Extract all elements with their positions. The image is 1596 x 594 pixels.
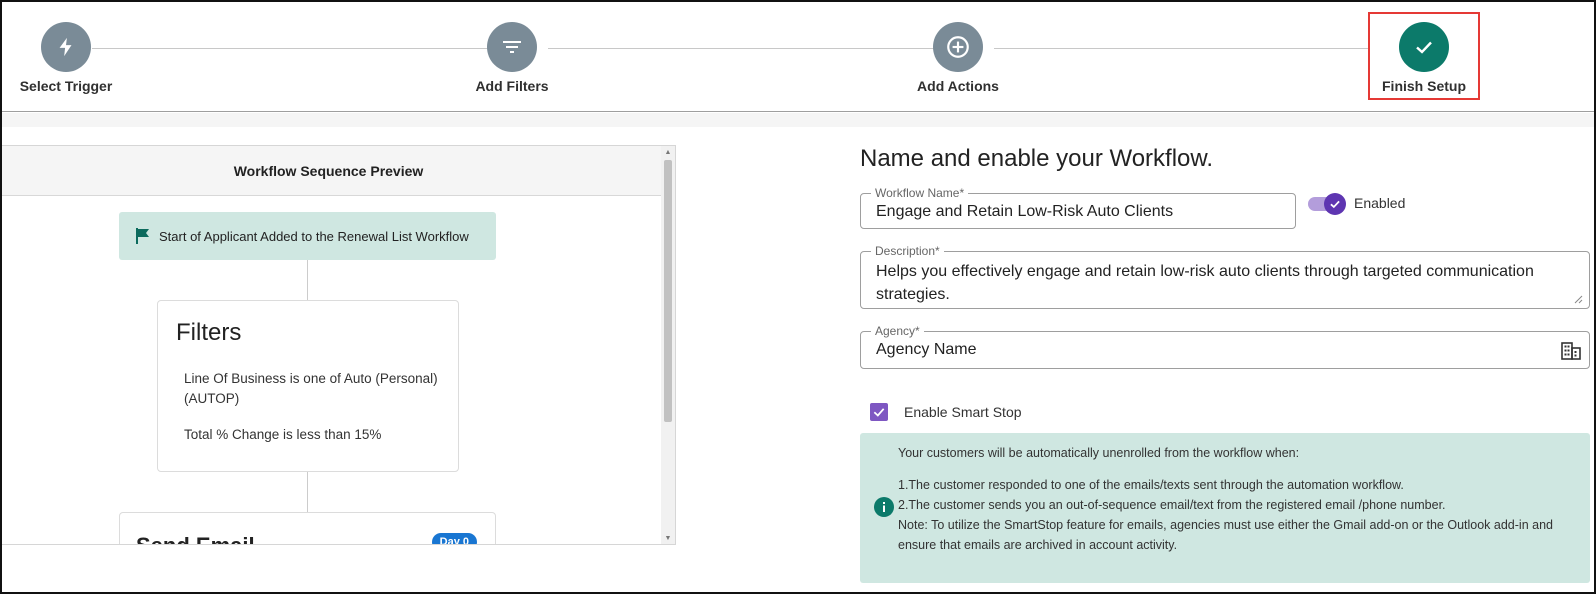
preview-scrollbar[interactable]: ▲ ▼ [661,146,675,544]
scroll-thumb[interactable] [664,160,672,422]
description-label: Description* [871,244,944,258]
step-add-actions[interactable]: Add Actions [878,22,1038,94]
scroll-up-arrow-icon[interactable]: ▲ [663,148,673,158]
divider-strip [2,113,1594,127]
node-connector [307,472,308,512]
info-intro: Your customers will be automatically une… [898,446,1300,460]
resize-grip-icon[interactable] [1574,295,1583,304]
step-label: Select Trigger [19,78,113,94]
step-select-trigger[interactable]: Select Trigger [0,22,146,94]
check-icon [873,408,885,417]
flag-icon [135,227,151,245]
workflow-preview-panel: Workflow Sequence Preview Start of Appli… [2,145,676,545]
active-step-highlight [1368,12,1480,100]
preview-bottom-area [2,545,674,592]
smart-stop-checkbox[interactable] [870,403,888,421]
workflow-settings-form: Name and enable your Workflow. Workflow … [860,145,1590,583]
smart-stop-label: Enable Smart Stop [904,404,1022,420]
start-node-label: Start of Applicant Added to the Renewal … [159,228,469,244]
filters-title: Filters [176,319,242,346]
day-badge: Day 0 [431,533,477,544]
smart-stop-info-box: Your customers will be automatically une… [860,433,1590,583]
node-connector [307,260,308,300]
workflow-stepper: Select Trigger Add Filters Add Actions F… [2,2,1594,112]
filters-card[interactable]: Filters Line Of Business is one of Auto … [157,300,459,472]
info-line: 2.The customer sends you an out-of-seque… [898,498,1446,512]
building-icon[interactable] [1561,341,1581,361]
scroll-down-arrow-icon[interactable]: ▼ [663,534,673,544]
info-line: 1.The customer responded to one of the e… [898,478,1404,492]
step-label: Add Filters [475,78,549,94]
preview-header: Workflow Sequence Preview [2,146,675,196]
enabled-label: Enabled [1354,195,1406,211]
filter-icon [487,22,537,72]
filter-condition: Line Of Business is one of Auto (Persona… [184,371,438,406]
send-email-card[interactable]: Send Email Day 0 [119,512,496,544]
filter-condition: Total % Change is less than 15% [184,427,382,442]
description-value: Helps you effectively engage and retain … [876,263,1534,303]
workflow-name-field[interactable]: Workflow Name* Engage and Retain Low-Ris… [860,186,1296,229]
agency-field[interactable]: Agency* Agency Name [860,324,1590,369]
info-text: Your customers will be automatically une… [898,443,1578,555]
step-connector [994,48,1370,49]
bolt-icon [41,22,91,72]
step-label: Add Actions [917,78,999,94]
agency-label: Agency* [871,324,924,338]
agency-value: Agency Name [876,341,977,358]
send-email-title: Send Email [136,533,255,544]
enabled-toggle[interactable] [1308,193,1346,215]
start-node: Start of Applicant Added to the Renewal … [119,212,496,260]
workflow-name-label: Workflow Name* [871,186,969,200]
description-field[interactable]: Description* Helps you effectively engag… [860,244,1590,309]
add-circle-icon [933,22,983,72]
info-note: Note: To utilize the SmartStop feature f… [898,518,1553,552]
step-add-filters[interactable]: Add Filters [432,22,592,94]
workflow-name-value: Engage and Retain Low-Risk Auto Clients [876,203,1174,220]
check-icon [1324,193,1346,215]
form-title: Name and enable your Workflow. [860,145,1214,172]
info-icon [874,497,894,517]
